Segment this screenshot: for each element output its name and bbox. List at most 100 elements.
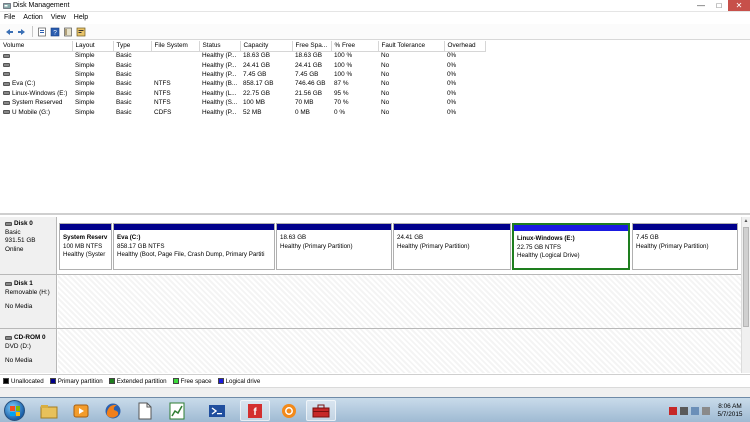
column-header-file-system[interactable]: File System	[151, 41, 200, 52]
column-header-type[interactable]: Type	[113, 41, 152, 52]
taskbar-firefox[interactable]	[98, 400, 128, 421]
column-header-percent-free[interactable]: % Free	[331, 41, 379, 52]
table-row[interactable]: System Reserved Simple Basic NTFS Healthy (S…	[0, 98, 485, 107]
legend-swatch	[49, 378, 56, 384]
table-cell: No	[381, 89, 390, 97]
table-row[interactable]: U Mobile (G:) Simple Basic CDFS Healthy (P..…	[0, 107, 485, 116]
tray-app-icon[interactable]	[669, 406, 677, 415]
maximize-button[interactable]: □	[710, 0, 728, 11]
table-cell: 0 MB	[295, 108, 310, 116]
start-button[interactable]	[4, 400, 25, 421]
volume-cell	[0, 51, 72, 60]
tray-network-icon[interactable]	[680, 406, 688, 415]
disk-view-scrollbar[interactable]: ▲	[741, 217, 750, 373]
toolbox-icon	[312, 404, 330, 417]
taskbar-adobe-flash[interactable]: f	[240, 400, 270, 421]
volume-cell: Linux-Windows (E:)	[0, 89, 72, 98]
legend-item: Extended partition	[108, 378, 167, 385]
table-row[interactable]: Simple Basic Healthy (P... 18.63 GB 18.63 GB…	[0, 51, 485, 60]
close-button[interactable]: ✕	[728, 0, 750, 11]
minimize-button[interactable]: —	[692, 0, 710, 11]
table-cell: 70 MB	[295, 99, 314, 107]
legend-swatch	[3, 378, 9, 384]
table-cell: No	[381, 99, 390, 107]
column-header-free-space[interactable]: Free Spa...	[292, 41, 332, 52]
taskbar-spreadsheet[interactable]	[162, 400, 192, 421]
tray-flag-icon[interactable]	[702, 406, 710, 415]
table-cell: 24.41 GB	[295, 61, 323, 69]
table-cell: Simple	[75, 52, 95, 60]
volume-list: Volume Layout Type File System Status Ca…	[0, 41, 750, 215]
scrollbar-thumb[interactable]	[743, 227, 749, 327]
column-header-status[interactable]: Status	[199, 41, 241, 52]
partition-block[interactable]: 7.45 GB Healthy (Primary Partition)	[632, 223, 738, 270]
table-row[interactable]: Linux-Windows (E:) Simple Basic NTFS Healthy…	[0, 89, 485, 98]
volume-drive-icon	[3, 63, 10, 68]
back-button[interactable]	[3, 26, 15, 38]
table-cell: 0%	[447, 80, 457, 88]
volume-drive-icon	[3, 100, 10, 105]
table-cell: NTFS	[154, 80, 171, 88]
column-header-capacity[interactable]: Capacity	[240, 41, 293, 52]
partition-status: Healthy (Primary Partition)	[280, 242, 353, 250]
windows-logo-icon	[10, 406, 20, 416]
help-book-button[interactable]	[62, 26, 74, 38]
scroll-up-arrow-icon[interactable]: ▲	[742, 217, 750, 226]
table-row[interactable]: Simple Basic Healthy (P... 7.45 GB 7.45 GB 10…	[0, 70, 485, 79]
partition-block[interactable]: 18.63 GB Healthy (Primary Partition)	[276, 223, 392, 270]
tray-volume-icon[interactable]	[691, 406, 699, 415]
volume-cell	[0, 70, 72, 79]
table-cell	[151, 70, 199, 79]
taskbar-document[interactable]	[130, 400, 160, 421]
help-button[interactable]: ?	[49, 26, 61, 38]
legend-label: Free space	[180, 377, 212, 385]
taskbar-powershell[interactable]	[202, 400, 232, 421]
taskbar-clock[interactable]: 8:06 AM 5/7/2015	[714, 403, 746, 419]
table-row[interactable]: Eva (C:) Simple Basic NTFS Healthy (B... 858.…	[0, 79, 485, 88]
table-cell: 100 %	[334, 70, 353, 78]
menu-file[interactable]: File	[4, 12, 15, 24]
table-cell: 0%	[447, 61, 457, 69]
menu-help[interactable]: Help	[74, 12, 88, 24]
legend-item: Primary partition	[49, 378, 103, 385]
properties-sheet-button[interactable]	[75, 26, 87, 38]
disk-1-label[interactable]: Disk 1 Removable (H:) No Media	[0, 275, 57, 328]
menu-action[interactable]: Action	[23, 12, 42, 24]
partition-block[interactable]: 24.41 GB Healthy (Primary Partition)	[393, 223, 511, 270]
back-icon	[6, 28, 13, 35]
partition-status: Healthy (Boot, Page File, Crash Dump, Pr…	[117, 251, 265, 259]
taskbar-toolbox[interactable]	[306, 400, 336, 421]
column-header-volume[interactable]: Volume	[0, 41, 73, 52]
adobe-flash-icon: f	[248, 403, 262, 418]
taskbar-ubuntu[interactable]	[274, 400, 304, 421]
cdrom-0-type: DVD (D:)	[5, 342, 31, 350]
table-row[interactable]: Simple Basic Healthy (P... 24.41 GB 24.41 GB…	[0, 60, 485, 69]
menu-view[interactable]: View	[51, 12, 66, 24]
volume-drive-icon	[3, 72, 10, 77]
taskbar-media-player[interactable]	[66, 400, 96, 421]
partition-name: Linux-Windows (E:)	[517, 235, 575, 242]
partition-block[interactable]: System Reserv 100 MB NTFS Healthy (Syster	[59, 223, 112, 270]
ubuntu-icon	[282, 403, 296, 418]
cdrom-0-label[interactable]: CD-ROM 0 DVD (D:) No Media	[0, 329, 57, 373]
column-header-overhead[interactable]: Overhead	[444, 41, 486, 52]
table-cell: Basic	[116, 99, 132, 107]
partition-info: System Reserv 100 MB NTFS Healthy (Syster	[63, 234, 109, 260]
properties-button[interactable]	[36, 26, 48, 38]
partition-status: Healthy (Logical Drive)	[517, 252, 580, 260]
menu-bar: File Action View Help	[0, 12, 750, 24]
table-cell: No	[381, 52, 390, 60]
column-header-layout[interactable]: Layout	[72, 41, 114, 52]
disk-0-label[interactable]: Disk 0 Basic 931.51 GB Online	[0, 217, 57, 274]
partition-size: 858.17 GB NTFS	[117, 242, 165, 250]
volume-drive-icon	[3, 81, 10, 86]
partition-type-bar	[114, 224, 274, 230]
column-header-fault-tolerance[interactable]: Fault Tolerance	[378, 41, 445, 52]
forward-button[interactable]	[16, 26, 28, 38]
partition-block[interactable]: Eva (C:) 858.17 GB NTFS Healthy (Boot, Pag…	[113, 223, 275, 270]
table-cell: 7.45 GB	[243, 70, 267, 78]
clock-date: 5/7/2015	[717, 410, 743, 418]
table-cell: 95 %	[334, 89, 349, 97]
partition-block[interactable]: Linux-Windows (E:) 22.75 GB NTFS Healthy (…	[512, 223, 630, 270]
taskbar-file-explorer[interactable]	[34, 400, 64, 421]
